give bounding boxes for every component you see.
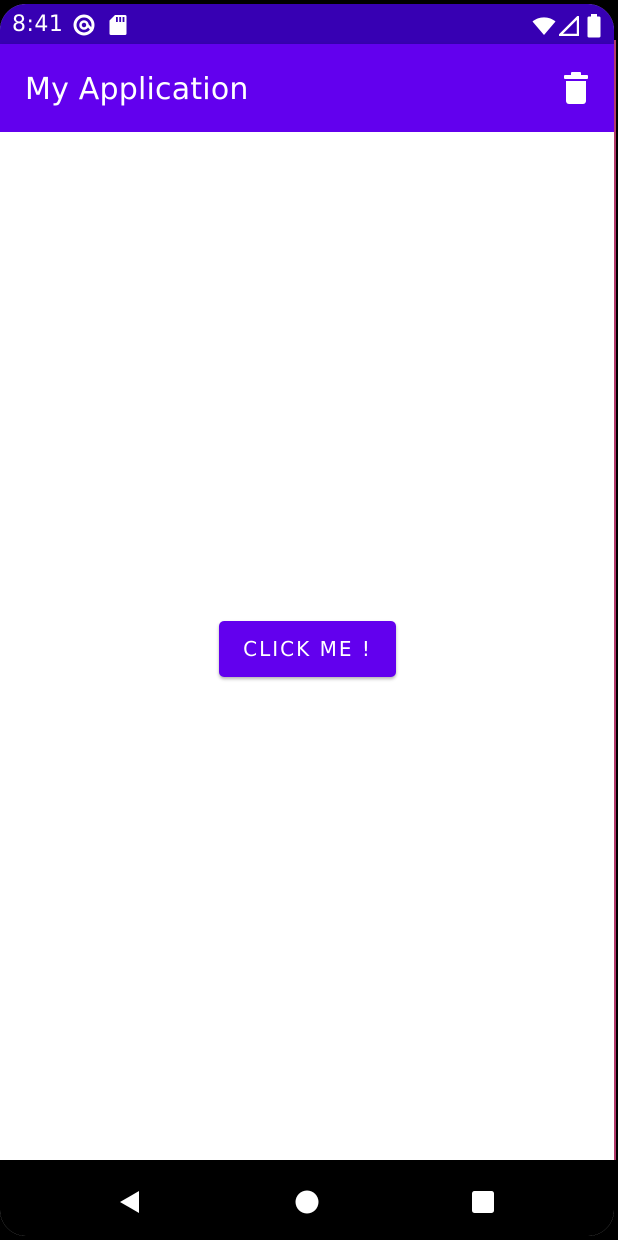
back-button[interactable]	[108, 1182, 148, 1222]
recents-button[interactable]	[463, 1182, 503, 1222]
screen-edge-highlight	[614, 40, 616, 1160]
battery-icon	[587, 14, 601, 38]
at-sign-icon	[73, 14, 95, 36]
home-icon	[295, 1190, 319, 1214]
recents-icon	[472, 1191, 494, 1213]
main-content: CLICK ME !	[0, 132, 614, 1160]
screen: 8:41 My Application CLICK ME !	[0, 4, 614, 1236]
sd-card-icon	[109, 15, 127, 35]
app-title: My Application	[25, 72, 249, 107]
app-bar: My Application	[0, 44, 614, 132]
cell-signal-icon	[559, 16, 579, 36]
home-button[interactable]	[287, 1182, 327, 1222]
navigation-bar	[0, 1160, 614, 1236]
wifi-icon	[532, 17, 556, 35]
device-frame: 8:41 My Application CLICK ME !	[0, 0, 618, 1240]
trash-icon	[564, 72, 588, 104]
status-bar: 8:41	[0, 4, 614, 44]
back-icon	[120, 1191, 139, 1213]
status-time: 8:41	[12, 12, 64, 37]
delete-button[interactable]	[556, 68, 596, 108]
click-me-button[interactable]: CLICK ME !	[219, 621, 396, 677]
